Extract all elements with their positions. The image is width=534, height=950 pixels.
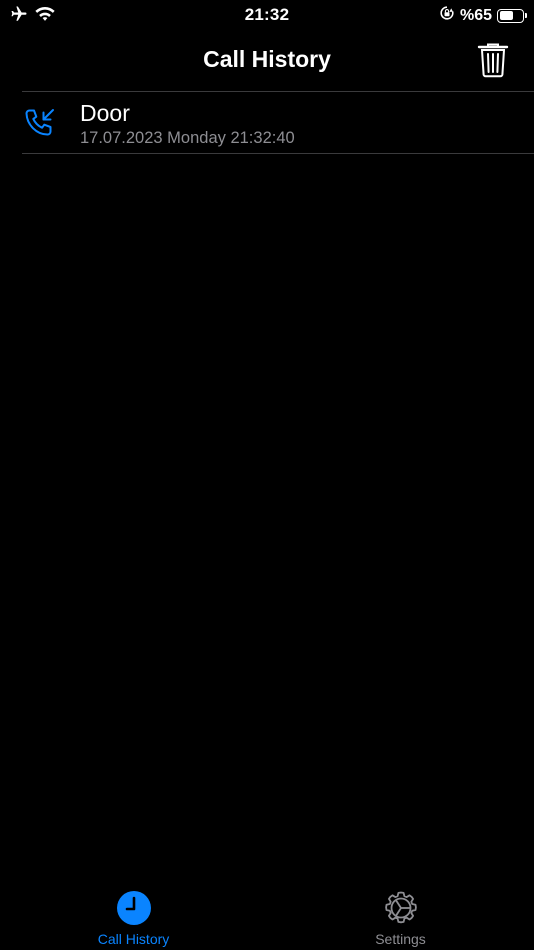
tab-bar: Call History Settings <box>0 884 534 950</box>
status-bar: 21:32 %65 <box>0 0 534 30</box>
gear-icon <box>383 890 419 926</box>
navigation-bar: Call History <box>0 30 534 91</box>
orientation-lock-icon <box>439 5 455 26</box>
battery-icon <box>497 8 527 23</box>
caller-name: Door <box>80 100 130 126</box>
call-history-list: Door 17.07.2023 Monday 21:32:40 <box>0 92 534 154</box>
row-divider <box>22 153 534 154</box>
trash-icon <box>477 43 509 78</box>
tab-settings[interactable]: Settings <box>267 884 534 950</box>
battery-fill <box>499 11 514 20</box>
status-right: %65 <box>439 5 527 26</box>
incoming-call-icon <box>22 106 58 142</box>
call-datetime: 17.07.2023 Monday 21:32:40 <box>80 129 295 147</box>
page-title: Call History <box>203 46 331 72</box>
tab-call-history[interactable]: Call History <box>0 884 267 950</box>
battery-percentage: %65 <box>459 6 492 24</box>
clock-icon <box>116 890 152 926</box>
tab-label: Call History <box>97 931 170 947</box>
delete-history-button[interactable] <box>474 40 512 80</box>
call-history-row[interactable]: Door 17.07.2023 Monday 21:32:40 <box>0 92 534 154</box>
tab-label: Settings <box>375 931 426 947</box>
